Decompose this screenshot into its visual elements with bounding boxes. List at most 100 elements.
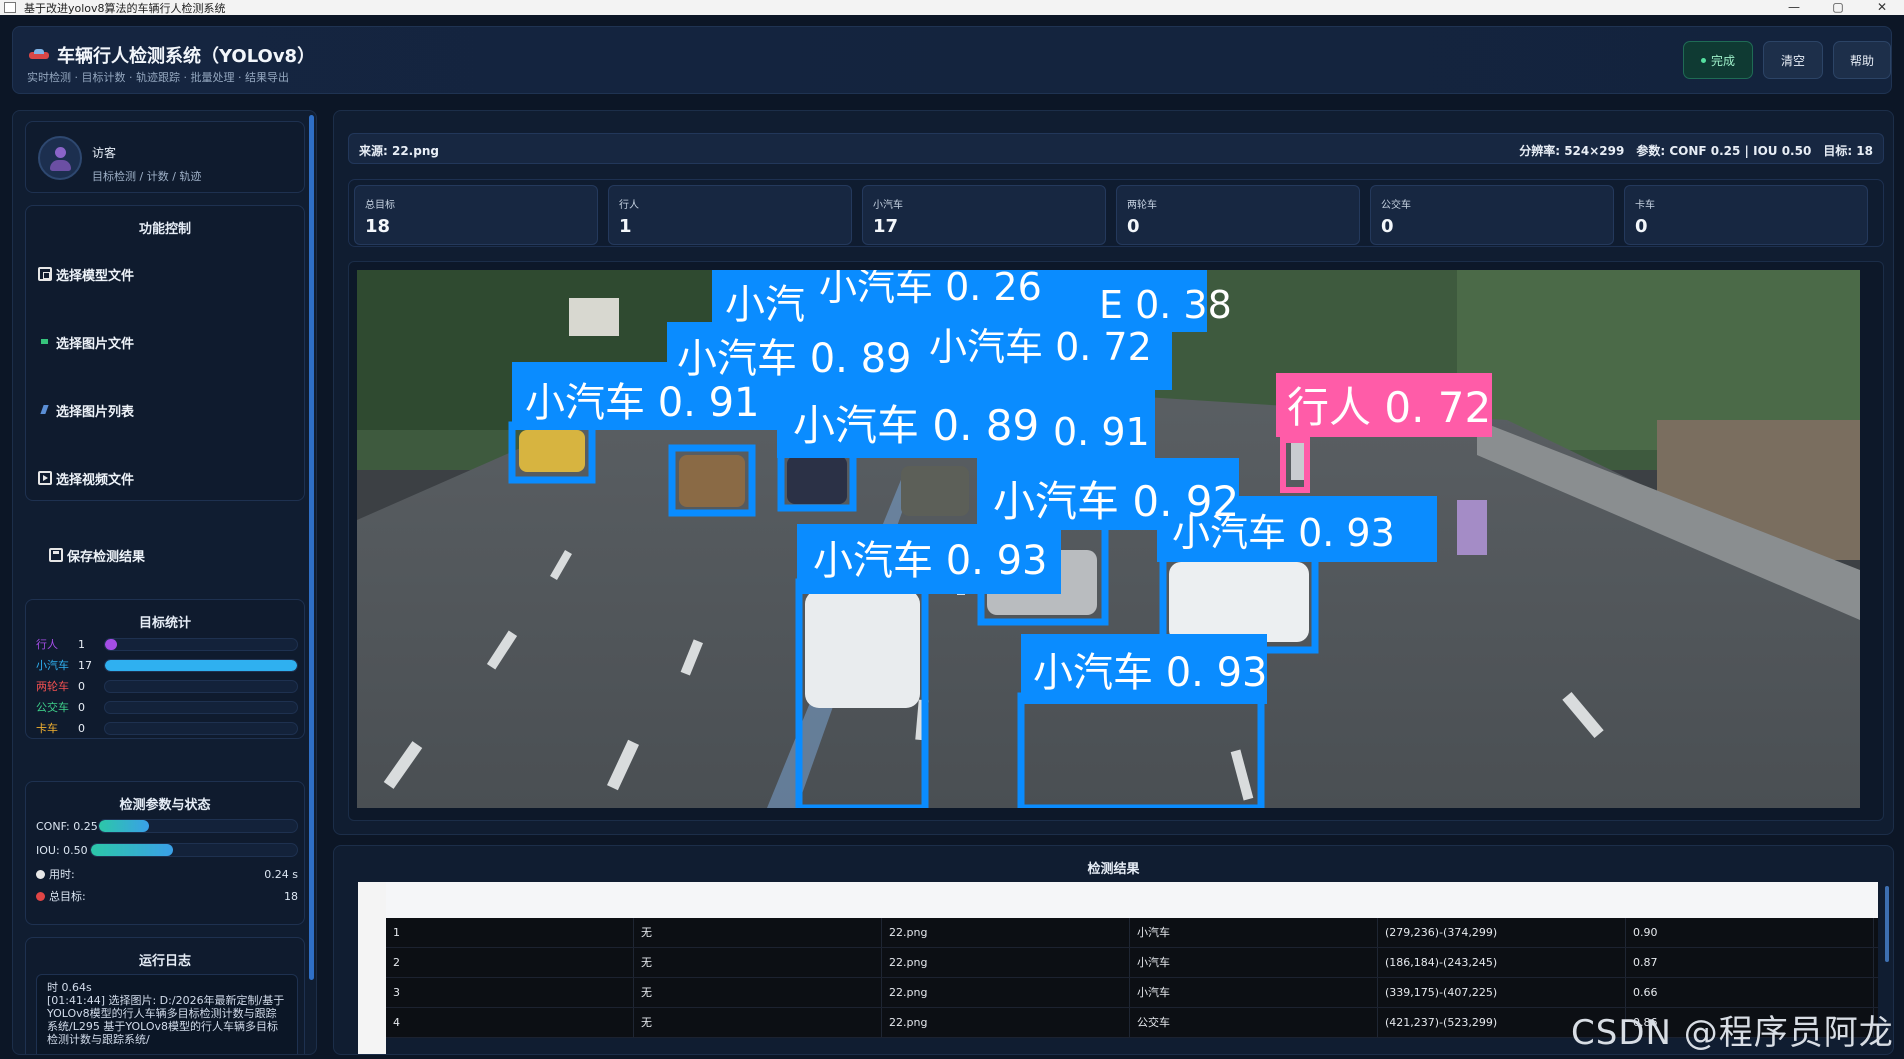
left-sidebar: 访客 目标检测 / 计数 / 轨迹 功能控制 选择模型文件 选择图片文件 选择图… bbox=[12, 110, 317, 1055]
stat-label: 两轮车 bbox=[36, 680, 69, 693]
count-value: 18 bbox=[365, 216, 391, 237]
count-cards: 总目标 18 行人 1 小汽车 17 两轮车 0 公交车 0 卡车 0 bbox=[348, 179, 1884, 247]
window-title: 基于改进yolov8算法的车辆行人检测系统 bbox=[24, 1, 226, 15]
function-control-title: 功能控制 bbox=[138, 222, 191, 237]
table-row[interactable]: 2 无 22.png 小汽车 (186,184)-(243,245) 0.87 bbox=[386, 948, 1878, 978]
stat-count: 0 bbox=[78, 721, 85, 735]
count-card: 两轮车 0 bbox=[1116, 185, 1360, 245]
stat-count: 0 bbox=[78, 700, 85, 714]
select-video-button[interactable]: 选择视频文件 bbox=[38, 460, 294, 496]
table-cell: 无 bbox=[634, 918, 882, 947]
log-line: 时 0.64s bbox=[47, 981, 92, 994]
detection-image: 小汽 小汽车 0. 26 E 0. 38 小汽车 0. 89 小汽车 0. 72 小汽车… bbox=[357, 270, 1860, 808]
clear-button[interactable]: 清空 bbox=[1763, 41, 1823, 79]
count-card: 行人 1 bbox=[608, 185, 852, 245]
watermark: CSDN @程序员阿龙 bbox=[1571, 1013, 1894, 1053]
image-file-icon bbox=[38, 335, 52, 349]
bus-background bbox=[569, 298, 619, 336]
total-label: 总目标: bbox=[49, 890, 86, 903]
table-cell: 1 bbox=[386, 918, 634, 947]
count-card: 小汽车 17 bbox=[862, 185, 1106, 245]
stat-row: 两轮车 0 bbox=[36, 676, 298, 696]
count-value: 1 bbox=[619, 216, 632, 237]
stat-count: 17 bbox=[78, 658, 92, 672]
table-cell: 小汽车 bbox=[1130, 948, 1378, 977]
select-image-label: 选择图片文件 bbox=[56, 336, 135, 352]
conf-slider[interactable] bbox=[98, 819, 298, 833]
user-desc: 目标检测 / 计数 / 轨迹 bbox=[92, 170, 202, 183]
count-card: 总目标 18 bbox=[354, 185, 598, 245]
stat-bar bbox=[104, 701, 298, 714]
time-label: 用时: bbox=[49, 868, 75, 881]
conf-row: CONF: 0.25 bbox=[36, 816, 298, 836]
results-scrollbar[interactable] bbox=[1885, 886, 1889, 962]
detection-label: 小汽车 0. 72 bbox=[929, 325, 1152, 369]
pedestrian-umbrella bbox=[1457, 500, 1487, 555]
model-file-icon bbox=[38, 267, 52, 281]
stat-row: 卡车 0 bbox=[36, 718, 298, 738]
save-results-button[interactable]: 保存检测结果 bbox=[49, 537, 305, 573]
status-dot-icon bbox=[1700, 57, 1706, 63]
count-value: 0 bbox=[1127, 216, 1140, 237]
table-cell: 0.90 bbox=[1626, 918, 1874, 947]
count-card: 公交车 0 bbox=[1370, 185, 1614, 245]
sidebar-scrollbar[interactable] bbox=[309, 115, 314, 980]
count-label: 行人 bbox=[619, 200, 639, 211]
target-stats-panel: 目标统计 行人 1 小汽车 17 两轮车 0 公交车 0 卡车 0 bbox=[25, 599, 305, 739]
detection-label: 小汽车 0. 93 bbox=[1172, 511, 1395, 555]
maximize-icon[interactable]: ▢ bbox=[1816, 0, 1860, 15]
help-button[interactable]: 帮助 bbox=[1833, 41, 1891, 79]
stat-bar-fill bbox=[105, 660, 297, 671]
count-value: 17 bbox=[873, 216, 899, 237]
detection-label: 小汽车 0. 89 bbox=[677, 336, 912, 382]
resolution-text: 分辨率: 524×299 bbox=[1519, 144, 1625, 158]
avatar bbox=[38, 136, 82, 180]
table-row[interactable]: 3 无 22.png 小汽车 (339,175)-(407,225) 0.66 bbox=[386, 978, 1878, 1008]
results-title: 检测结果 bbox=[1087, 862, 1140, 877]
minimize-icon[interactable]: — bbox=[1772, 0, 1816, 15]
window-controls: — ▢ ✕ bbox=[1772, 0, 1904, 15]
car-brown bbox=[679, 455, 745, 507]
stat-label: 行人 bbox=[36, 638, 58, 651]
table-cell: 22.png bbox=[882, 978, 1130, 1007]
target-stats-title: 目标统计 bbox=[138, 616, 191, 631]
table-cell: 公交车 bbox=[1130, 1008, 1378, 1037]
select-image-list-button[interactable]: 选择图片列表 bbox=[38, 392, 294, 428]
save-results-label: 保存检测结果 bbox=[67, 549, 146, 565]
table-cell: (279,236)-(374,299) bbox=[1378, 918, 1626, 947]
function-control-panel: 功能控制 选择模型文件 选择图片文件 选择图片列表 选择视频文件 bbox=[25, 205, 305, 501]
image-list-icon bbox=[38, 403, 52, 417]
table-cell: 3 bbox=[386, 978, 634, 1007]
time-row: 用时: 0.24 s bbox=[36, 864, 298, 884]
detection-label: 小汽车 0. 89 bbox=[793, 401, 1039, 450]
image-viewer: 小汽 小汽车 0. 26 E 0. 38 小汽车 0. 89 小汽车 0. 72 小汽车… bbox=[348, 261, 1884, 821]
run-log-panel: 运行日志 时 0.64s [01:41:44] 选择图片: D:/2026年最新… bbox=[25, 937, 305, 1054]
select-model-button[interactable]: 选择模型文件 bbox=[38, 256, 294, 292]
table-cell: 小汽车 bbox=[1130, 978, 1378, 1007]
table-cell: 无 bbox=[634, 1008, 882, 1037]
select-image-button[interactable]: 选择图片文件 bbox=[38, 324, 294, 360]
iou-slider[interactable] bbox=[90, 843, 298, 857]
detection-label: 0. 91 bbox=[1053, 410, 1150, 454]
table-cell: 小汽车 bbox=[1130, 918, 1378, 947]
detection-label: 行人 0. 72 bbox=[1287, 383, 1491, 432]
stat-bar-fill bbox=[105, 639, 117, 650]
run-log-title: 运行日志 bbox=[138, 954, 191, 969]
car-olive bbox=[901, 466, 969, 516]
car-white-right bbox=[1169, 562, 1309, 642]
app-header: 车辆行人检测系统（YOLOv8） 实时检测 · 目标计数 · 轨迹跟踪 · 批量… bbox=[12, 26, 1892, 94]
detection-label: 小汽车 0. 26 bbox=[819, 270, 1042, 309]
status-done-button[interactable]: 完成 bbox=[1683, 41, 1753, 79]
table-cell: 0.87 bbox=[1626, 948, 1874, 977]
stat-bar bbox=[104, 638, 298, 651]
table-header bbox=[358, 882, 1878, 918]
video-file-icon bbox=[38, 471, 52, 485]
close-icon[interactable]: ✕ bbox=[1860, 0, 1904, 15]
log-textbox[interactable]: 时 0.64s [01:41:44] 选择图片: D:/2026年最新定制/基于… bbox=[36, 974, 298, 1054]
count-value: 0 bbox=[1635, 216, 1648, 237]
total-row: 总目标: 18 bbox=[36, 886, 298, 906]
stat-bar bbox=[104, 680, 298, 693]
table-cell: 22.png bbox=[882, 948, 1130, 977]
status-done-label: 完成 bbox=[1710, 53, 1735, 68]
table-row[interactable]: 1 无 22.png 小汽车 (279,236)-(374,299) 0.90 bbox=[386, 918, 1878, 948]
